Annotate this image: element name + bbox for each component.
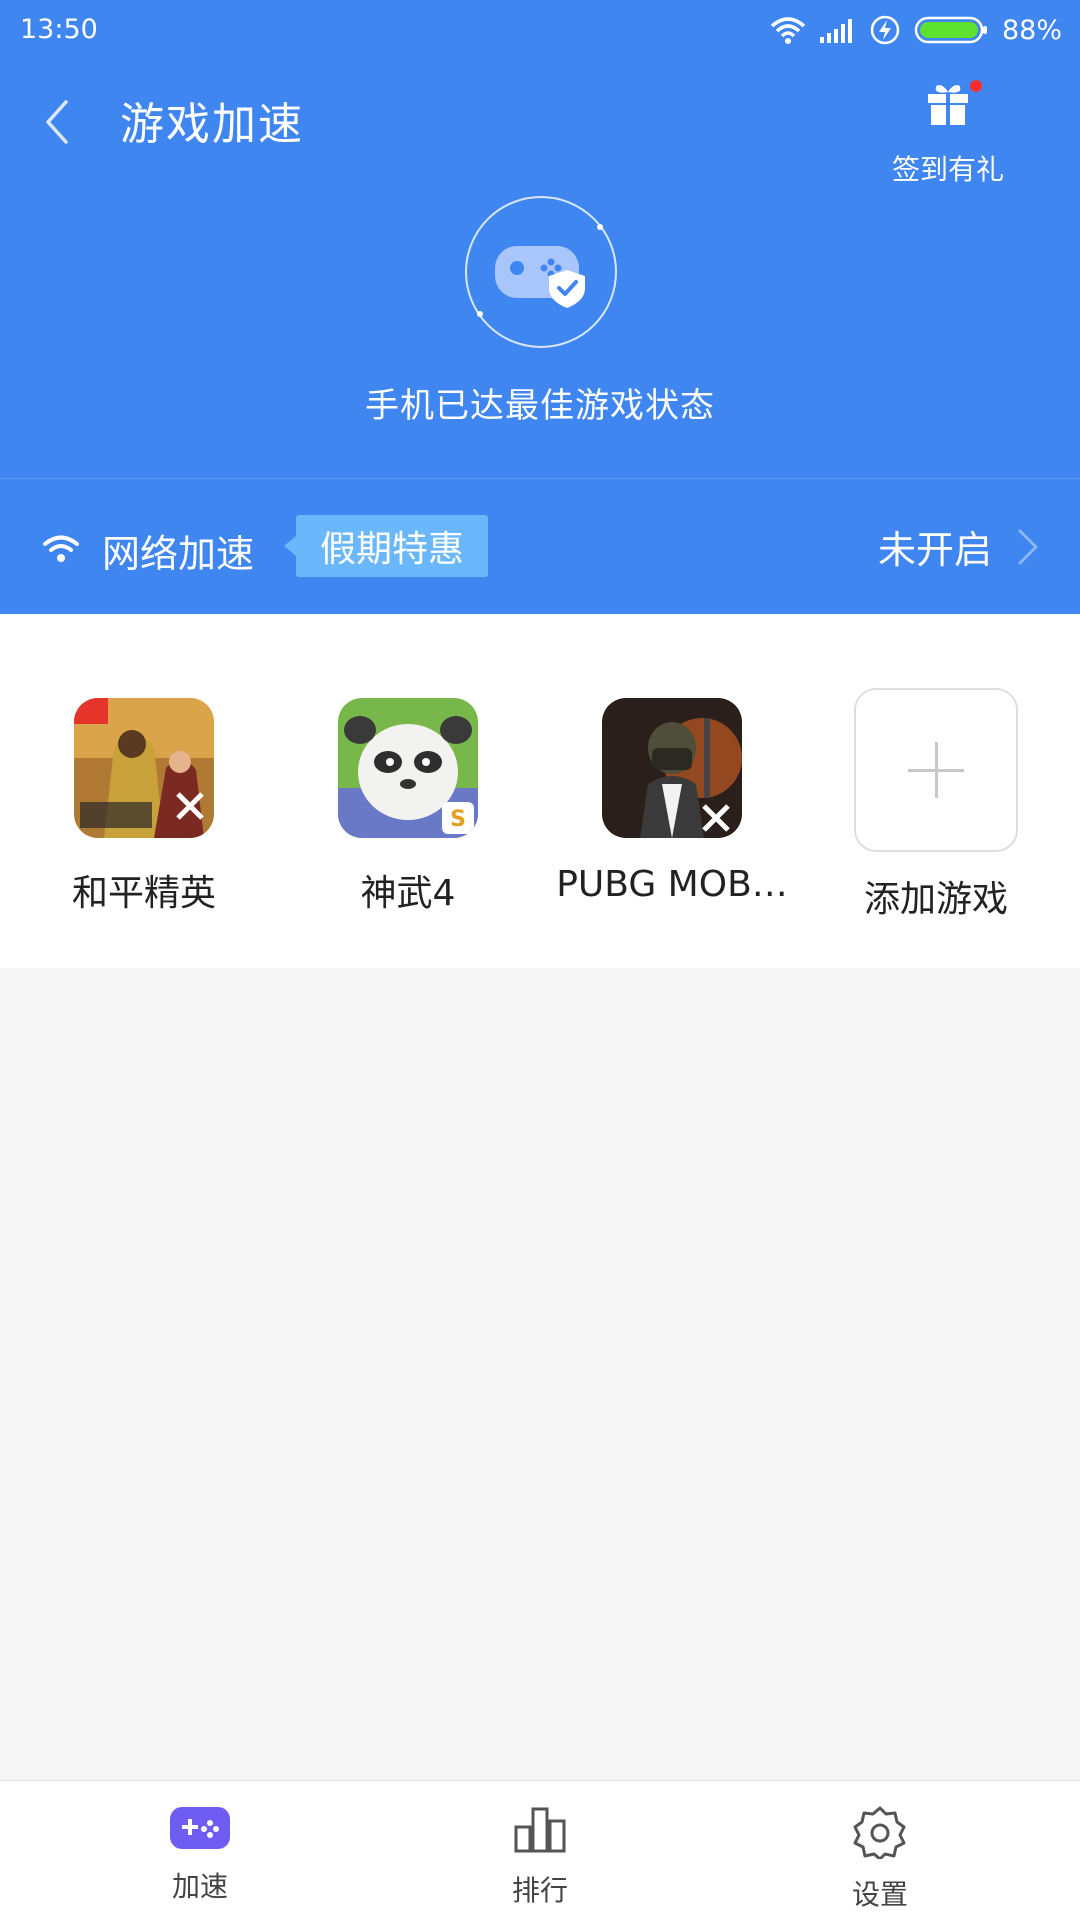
charging-icon	[870, 15, 900, 45]
status-time: 13:50	[20, 14, 98, 45]
nav-label: 加速	[171, 1870, 228, 1903]
game-item[interactable]: PUBG MOB…	[547, 698, 797, 905]
back-arrow-icon[interactable]	[36, 92, 80, 152]
game-name: 神武4	[360, 873, 456, 914]
bar-chart-icon	[514, 1807, 566, 1853]
orbit-dot	[477, 311, 483, 317]
game-name: PUBG MOB…	[556, 864, 788, 905]
svg-text:S: S	[450, 807, 466, 832]
battery-level: 88%	[1001, 14, 1062, 46]
game-icon-peace-elite[interactable]	[74, 698, 214, 838]
header: 13:50 88% 游戏加速 签到有礼 手机已达最佳游戏状态 网络加速 假期特惠…	[0, 0, 1080, 614]
nav-label: 设置	[851, 1878, 908, 1911]
nav-item-accelerate[interactable]: 加速	[100, 1805, 300, 1905]
game-item[interactable]: 和平精英	[19, 698, 269, 916]
network-acceleration-row[interactable]: 网络加速 假期特惠 未开启	[0, 478, 1080, 615]
gift-icon	[928, 85, 968, 125]
add-game-item[interactable]: 添加游戏	[811, 688, 1061, 922]
wifi-icon	[43, 535, 79, 562]
chevron-right-icon	[1018, 529, 1038, 565]
game-state-text: 手机已达最佳游戏状态	[365, 386, 715, 426]
network-accel-status: 未开启	[877, 528, 992, 572]
game-icon-pubg-mobile[interactable]	[602, 698, 742, 838]
add-game-label: 添加游戏	[863, 879, 1008, 920]
game-icon-shenwu4[interactable]: S	[338, 698, 478, 838]
network-accel-label: 网络加速	[102, 532, 255, 576]
holiday-promo-badge[interactable]: 假期特惠	[284, 515, 488, 577]
bottom-navigation: 加速 排行 设置	[0, 1780, 1080, 1920]
game-item[interactable]: S 神武4	[283, 698, 533, 916]
cell-signal-icon	[819, 19, 852, 43]
page-title: 游戏加速	[120, 99, 304, 150]
title-bar: 游戏加速 签到有礼	[0, 70, 1080, 186]
game-list: 和平精英 S 神武4 PUBG MOB… 添加游戏	[0, 614, 1080, 968]
orbit-dot	[597, 224, 603, 230]
sign-in-gift-button[interactable]: 签到有礼	[878, 80, 1018, 186]
game-status-indicator	[465, 196, 617, 348]
game-name: 和平精英	[71, 873, 216, 914]
nav-item-settings[interactable]: 设置	[780, 1805, 980, 1913]
battery-icon	[914, 16, 987, 44]
nav-item-ranking[interactable]: 排行	[440, 1805, 640, 1909]
gamepad-icon	[170, 1807, 230, 1849]
status-bar: 13:50 88%	[0, 0, 1080, 60]
wifi-signal-icon	[770, 17, 806, 44]
add-game-button[interactable]	[854, 688, 1018, 852]
gamepad-shield-icon	[495, 246, 585, 308]
game-accelerator-screen: 13:50 88% 游戏加速 签到有礼 手机已达最佳游戏状态 网络加速 假期特惠…	[0, 0, 1080, 1920]
gear-icon	[853, 1806, 906, 1859]
nav-label: 排行	[511, 1874, 568, 1907]
status-icons: 88%	[770, 10, 1062, 50]
notification-dot	[970, 80, 982, 92]
gift-label: 签到有礼	[891, 153, 1004, 186]
